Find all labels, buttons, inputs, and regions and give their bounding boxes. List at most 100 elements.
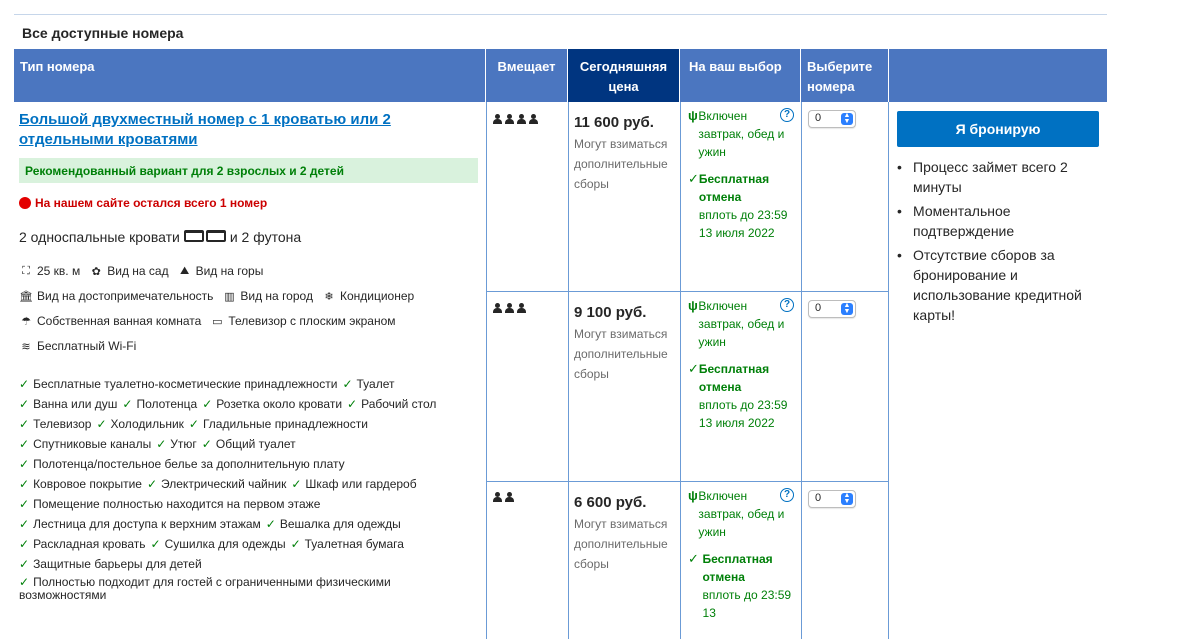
check-icon: ✓: [688, 171, 699, 186]
top-divider: [14, 14, 1107, 15]
grid-line: [801, 102, 802, 639]
amenities-line: ✓ Полотенца/постельное белье за дополните…: [19, 458, 350, 470]
check-icon: ✓: [19, 517, 30, 531]
check-icon: ✓: [19, 397, 30, 411]
person-icon: [516, 303, 527, 313]
amenity: ✓ Туалет: [342, 377, 395, 391]
facility-row: ≋ Бесплатный Wi-Fi: [19, 339, 145, 353]
person-icon: [492, 303, 503, 313]
room-size-icon: ⛶: [22, 264, 30, 277]
check-icon: ✓: [122, 397, 133, 411]
header-booking: [889, 49, 1107, 102]
header-room-type: Тип номера: [14, 49, 486, 102]
check-icon: ✓: [688, 361, 699, 376]
room-name-link[interactable]: Большой двухместный номер с 1 кроватью и…: [19, 110, 459, 150]
free-cancel-text: Бесплатная отмена: [698, 362, 770, 394]
facility-row: 🏛 Вид на достопримечательность ▥ Вид на го…: [19, 289, 423, 303]
header-select-rooms: Выберите номера: [801, 49, 889, 102]
check-icon: ✓: [201, 437, 212, 451]
amenity: ✓ Ванна или душ: [19, 397, 118, 411]
header-your-choices: На ваш выбор: [680, 49, 801, 102]
info-question-icon[interactable]: ?: [780, 108, 794, 122]
amenity: ✓ Розетка около кровати: [202, 397, 343, 411]
facility-tv: ▭ Телевизор с плоским экраном: [212, 314, 396, 328]
benefit-item: Моментальное подтверждение: [897, 201, 1097, 241]
person-icon: [528, 114, 539, 124]
amenity: ✓ Защитные барьеры для детей: [19, 557, 202, 571]
check-icon: ✓: [342, 377, 353, 391]
price-note-option-1: Могут взиматься дополнительные сборы: [574, 137, 668, 191]
scarcity-text: На нашем сайте остался всего 1 номер: [35, 196, 268, 210]
amenity: ✓ Сушилка для одежды: [150, 537, 286, 551]
check-icon: ✓: [19, 575, 30, 589]
check-icon: ✓: [19, 377, 30, 391]
mountain-icon: ⛰: [179, 264, 190, 277]
check-icon: ✓: [19, 557, 30, 571]
room-quantity-select-2[interactable]: 0 ▲ ▼: [808, 300, 856, 318]
choices-option-3: ψ Включен завтрак, обед и ужин ✓ Бесплатна…: [688, 487, 796, 622]
amenity: ✓ Полностью подходит для гостей с огранич…: [19, 575, 391, 589]
amenity: ✓ Бесплатные туалетно-косметические прина…: [19, 377, 338, 391]
facility-wifi: ≋ Бесплатный Wi-Fi: [19, 339, 136, 353]
price-option-2: 9 100 руб.: [574, 304, 647, 321]
amenity: ✓ Шкаф или гардероб: [291, 477, 417, 491]
amenity: ✓ Электрический чайник: [146, 477, 287, 491]
amenity: ✓ Общий туалет: [201, 437, 296, 451]
amenities-line: ✓ Лестница для доступа к верхним этажам ✓ В…: [19, 518, 406, 530]
facility-garden-view: ✿ Вид на сад: [89, 264, 169, 278]
book-button[interactable]: Я бронирую: [897, 111, 1099, 147]
amenities-line: ✓ Помещение полностью находится на первом…: [19, 498, 325, 510]
cancel-until-text: вплоть до 23:59 13 июля 2022: [698, 398, 788, 430]
info-question-icon[interactable]: ?: [780, 298, 794, 312]
occupancy-3: [492, 302, 528, 316]
select-arrows-icon: ▲ ▼: [841, 492, 853, 505]
amenities-line: ✓ Защитные барьеры для детей: [19, 558, 207, 570]
choices-option-2: ψ Включен завтрак, обед и ужин ✓ Бесплатна…: [688, 297, 796, 432]
check-icon: ✓: [347, 397, 358, 411]
choices-option-1: ψ Включен завтрак, обед и ужин ✓ Бесплатна…: [688, 107, 796, 242]
grid-line: [568, 102, 569, 639]
check-icon: ✓: [688, 551, 699, 566]
facility-ac: ❄ Кондиционер: [322, 289, 414, 303]
price-option-3: 6 600 руб.: [574, 494, 647, 511]
grid-line: [888, 102, 889, 639]
amenity: ✓ Помещение полностью находится на первом…: [19, 497, 321, 511]
amenity: ✓ Спутниковые каналы: [19, 437, 152, 451]
amenity: ✓ Телевизор: [19, 417, 92, 431]
check-icon: ✓: [146, 477, 158, 491]
amenities-line: возможностями: [19, 589, 106, 601]
select-arrows-icon: ▲ ▼: [841, 112, 853, 125]
grid-line: [680, 102, 681, 639]
tv-icon: ▭: [212, 315, 223, 328]
check-icon: ✓: [19, 437, 30, 451]
amenity: ✓ Полотенца/постельное белье за дополните…: [19, 457, 345, 471]
scarcity-message: На нашем сайте остался всего 1 номер: [19, 196, 267, 210]
row-divider: [486, 481, 889, 482]
section-title: Все доступные номера: [22, 25, 184, 41]
amenities-line: ✓ Раскладная кровать ✓ Сушилка для одежды ✓ Т…: [19, 538, 409, 550]
check-icon: ✓: [19, 497, 30, 511]
amenity: ✓ Раскладная кровать: [19, 537, 146, 551]
person-icon: [516, 114, 527, 124]
amenity: ✓ Гладильные принадлежности: [188, 417, 368, 431]
check-icon: ✓: [290, 537, 301, 551]
room-quantity-select-1[interactable]: 0 ▲ ▼: [808, 110, 856, 128]
single-bed-icon: [183, 229, 227, 245]
amenities-line: ✓ Ковровое покрытие ✓ Электрический чайник ✓…: [19, 478, 422, 490]
facility-landmark-view: 🏛 Вид на достопримечательность: [19, 289, 214, 303]
facility-size: ⛶ 25 кв. м: [19, 264, 80, 278]
room-quantity-select-3[interactable]: 0 ▲ ▼: [808, 490, 856, 508]
check-icon: ✓: [188, 417, 199, 431]
beds-text-1: 2 односпальные кровати: [19, 229, 180, 245]
person-icon: [492, 114, 503, 124]
fork-knife-icon: ψ: [688, 108, 698, 123]
price-option-1: 11 600 руб.: [574, 114, 654, 131]
check-icon: ✓: [96, 417, 107, 431]
amenity: ✓ Туалетная бумага: [290, 537, 404, 551]
check-icon: ✓: [291, 477, 302, 491]
check-icon: ✓: [19, 417, 30, 431]
free-cancel-text: Бесплатная отмена: [698, 172, 770, 204]
info-question-icon[interactable]: ?: [780, 488, 794, 502]
recommended-badge: Рекомендованный вариант для 2 взрослых и…: [19, 158, 478, 183]
row-divider: [486, 291, 889, 292]
